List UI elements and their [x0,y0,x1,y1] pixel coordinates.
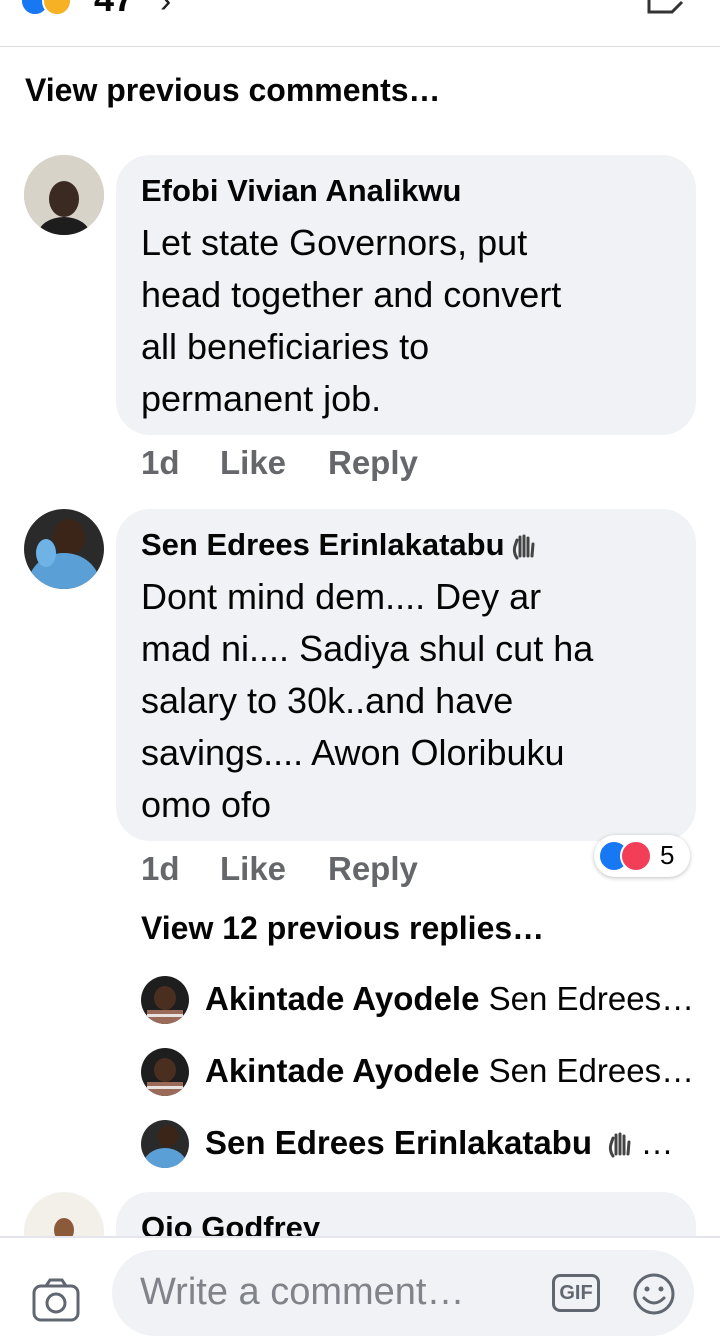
comment-line: salary to 30k..and have [141,680,514,721]
camera-icon[interactable] [32,1278,80,1322]
comment-composer: GIF [0,1238,720,1340]
view-previous-replies-link[interactable]: View 12 previous replies… [141,910,544,947]
reply-text: Akintade Ayodele Sen Edrees… [205,1052,695,1090]
avatar [141,1120,189,1168]
comment-bubble[interactable]: Sen Edrees Erinlakatabu Dont mind dem...… [116,509,696,841]
comment-line: savings.... Awon Oloribuku [141,732,565,773]
comment-text: Dont mind dem.... Dey ar mad ni.... Sadi… [141,571,593,831]
comment-bubble[interactable]: Efobi Vivian Analikwu Let state Governor… [116,155,696,435]
like-button[interactable]: Like [220,444,286,482]
reply-author: Sen Edrees Erinlakatabu [205,1124,592,1161]
reply-text: Sen Edrees Erinlakatabu A… [205,1124,695,1162]
raised-hand-emoji-icon [512,534,535,560]
comment-time: 1d [141,850,180,887]
raised-hand-emoji-icon [609,1132,631,1158]
reply-button[interactable]: Reply [328,850,418,888]
reply-preview[interactable]: Akintade Ayodele Sen Edrees… [141,1048,701,1096]
comment-text: Let state Governors, put head together a… [141,217,561,425]
comment-author[interactable]: Efobi Vivian Analikwu [141,173,461,209]
comment-input[interactable] [138,1270,522,1315]
emoji-icon[interactable] [632,1272,676,1316]
comment-line: omo ofo [141,784,272,825]
gif-icon[interactable]: GIF [552,1274,600,1312]
comment-author[interactable]: Sen Edrees Erinlakatabu [141,527,537,563]
sad-reaction-icon [42,0,72,16]
comment-author-name: Sen Edrees Erinlakatabu [141,527,505,562]
reaction-count[interactable]: 47 [94,0,134,20]
reaction-count: 5 [660,840,675,870]
avatar[interactable] [24,155,104,235]
reply-snippet: Sen Edrees… [488,1052,695,1089]
comment-reactions-badge[interactable]: 5 [594,835,690,877]
comment-line: Dont mind dem.... Dey ar [141,576,542,617]
reply-author: Akintade Ayodele [205,980,480,1017]
reply-preview[interactable]: Sen Edrees Erinlakatabu A… [141,1120,701,1168]
comment-line: mad ni.... Sadiya shul cut ha [141,628,594,669]
avatar [141,1048,189,1096]
comment-line: permanent job. [141,378,382,419]
comment-line: all beneficiaries to [141,326,430,367]
comment-line: head together and convert [141,274,562,315]
reply-text: Akintade Ayodele Sen Edrees… [205,980,695,1018]
reply-snippet: Sen Edrees… [488,980,695,1017]
comment-time: 1d [141,444,180,481]
like-button[interactable]: Like [220,850,286,888]
view-previous-comments-link[interactable]: View previous comments… [25,72,441,109]
avatar [141,976,189,1024]
reactions-bar: 47 › [0,0,720,47]
comment-input-container[interactable]: GIF [112,1250,694,1336]
comment-line: Let state Governors, put [141,222,528,263]
reply-preview[interactable]: Akintade Ayodele Sen Edrees… [141,976,701,1024]
reply-button[interactable]: Reply [328,444,418,482]
share-icon[interactable] [646,0,684,16]
love-reaction-icon [620,840,652,872]
avatar[interactable] [24,509,104,589]
reply-snippet: A… [640,1124,695,1161]
chevron-right-icon[interactable]: › [160,0,171,21]
reply-author: Akintade Ayodele [205,1052,480,1089]
